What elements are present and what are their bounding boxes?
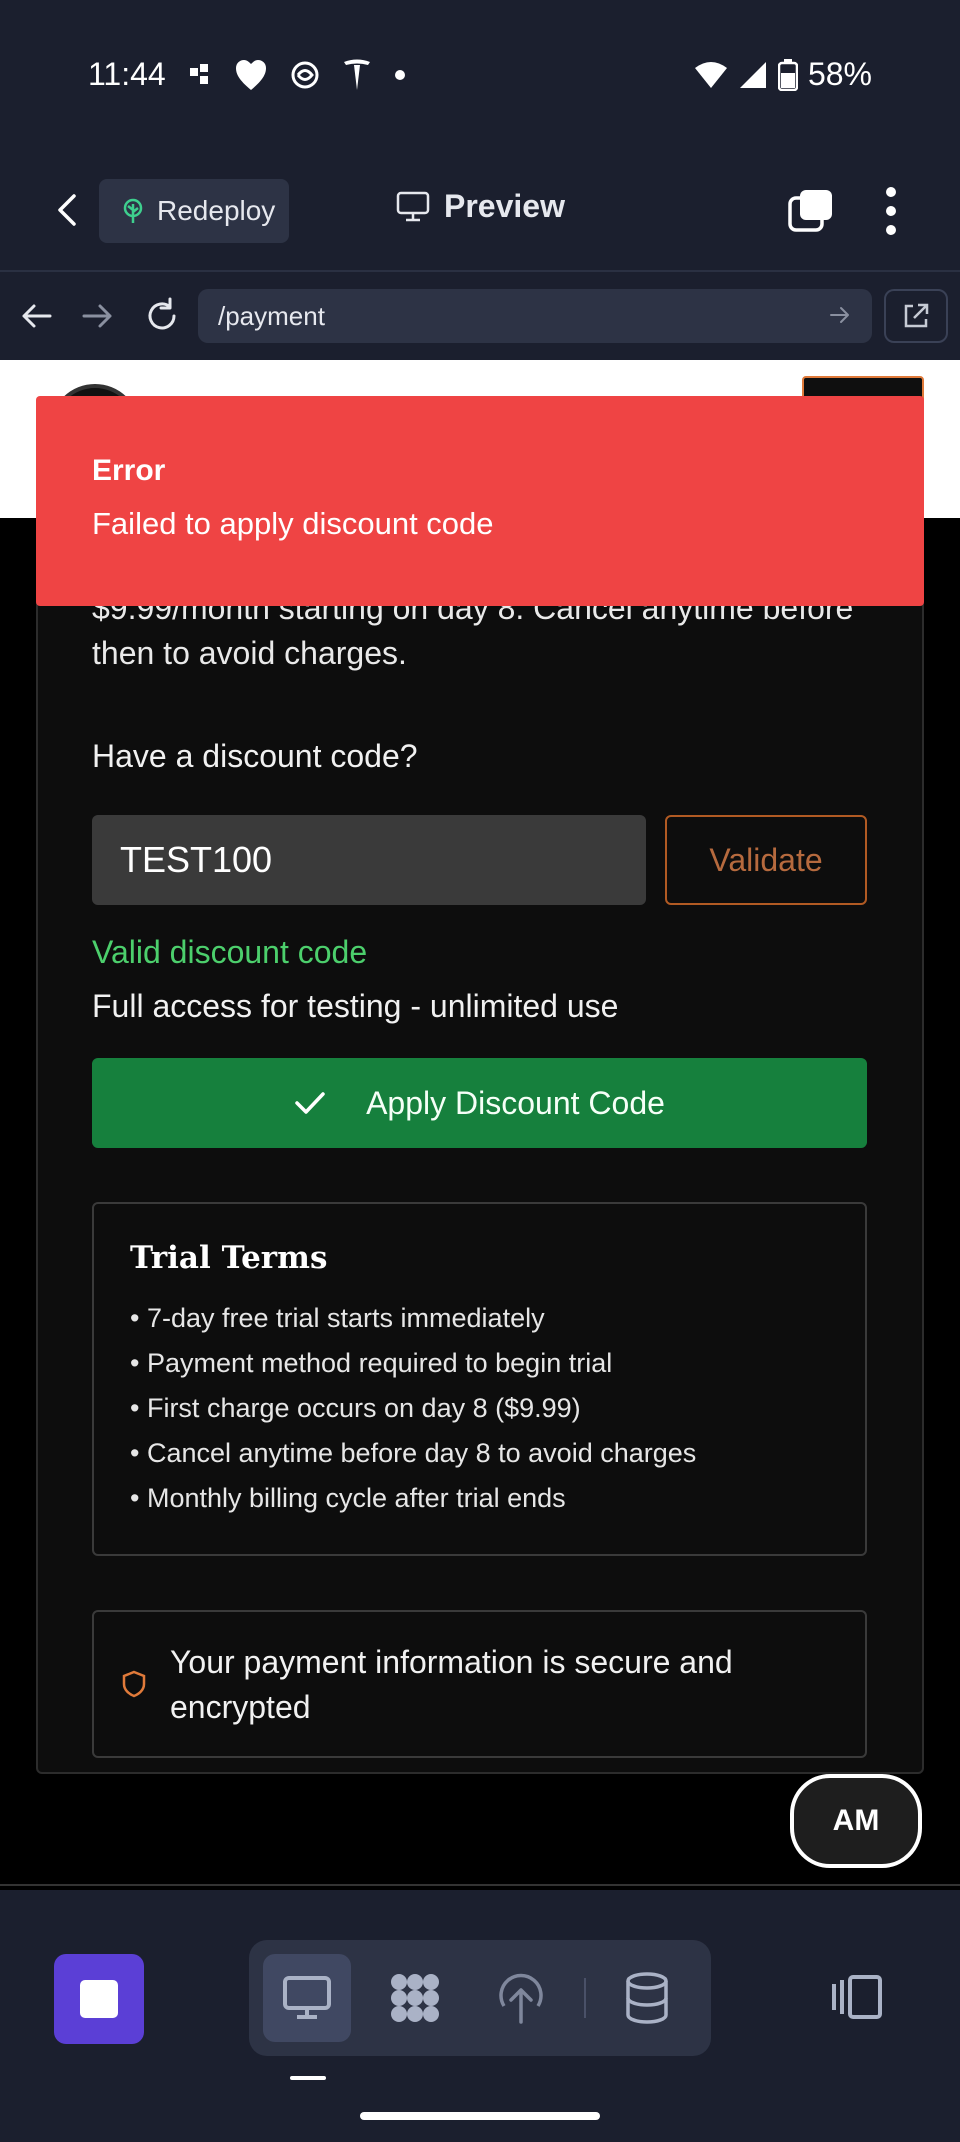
redeploy-button[interactable]: Redeploy <box>99 179 289 243</box>
open-external-button[interactable] <box>884 289 948 343</box>
database-icon <box>626 1972 668 2024</box>
status-time: 11:44 <box>88 56 166 92</box>
more-vert-icon[interactable] <box>876 186 906 236</box>
divider <box>0 1884 960 1886</box>
discount-label: Have a discount code? <box>92 738 418 774</box>
shield-icon <box>122 1670 146 1698</box>
terms-item: • 7-day free trial starts immediately <box>130 1303 545 1333</box>
workspace-view-button[interactable] <box>371 1954 459 2042</box>
database-view-button[interactable] <box>603 1954 691 2042</box>
status-bar: 11:44 58% <box>0 0 960 150</box>
terms-item: • Cancel anytime before day 8 to avoid c… <box>130 1438 697 1468</box>
deploy-globe-icon <box>499 1973 543 2024</box>
redeploy-tree-icon <box>123 198 143 223</box>
terms-item: • Monthly billing cycle after trial ends <box>130 1483 566 1513</box>
panel-toggle-icon[interactable] <box>830 1974 884 2020</box>
stop-button[interactable] <box>54 1954 144 2044</box>
monitor-icon <box>396 191 430 221</box>
wifi-icon <box>694 61 727 88</box>
dot-icon <box>395 70 405 80</box>
preview-title[interactable]: Preview <box>396 188 565 225</box>
signal-icon <box>739 61 766 88</box>
apply-discount-label: Apply Discount Code <box>366 1084 665 1121</box>
validate-button[interactable]: Validate <box>665 815 867 905</box>
replit-grid-icon <box>391 1974 439 2022</box>
external-link-icon <box>904 303 929 328</box>
user-avatar-button[interactable]: AM <box>790 1774 922 1868</box>
active-tab-indicator <box>290 2076 326 2080</box>
swirl-icon <box>291 61 319 89</box>
trial-terms-box: Trial Terms • 7-day free trial starts im… <box>92 1202 867 1556</box>
deploy-view-button[interactable] <box>477 1954 565 2042</box>
trial-terms-title: Trial Terms <box>130 1240 328 1276</box>
home-gesture-bar[interactable] <box>360 2112 600 2120</box>
battery-percent: 58% <box>807 56 872 92</box>
status-system-icons: 58% <box>694 56 872 93</box>
preview-label: Preview <box>444 188 565 224</box>
go-arrow-icon[interactable] <box>828 303 852 327</box>
reload-icon[interactable] <box>142 296 182 336</box>
apply-discount-button[interactable]: Apply Discount Code <box>92 1058 867 1148</box>
tabs-icon[interactable] <box>788 188 834 234</box>
heart-shield-icon <box>236 60 266 90</box>
browser-toolbar: /payment <box>0 270 960 360</box>
error-toast[interactable]: Error Failed to apply discount code <box>36 396 924 606</box>
stop-icon <box>80 1980 118 2018</box>
toast-title: Error <box>92 454 166 487</box>
back-arrow-icon[interactable] <box>48 190 88 230</box>
discount-code-input[interactable] <box>92 815 646 905</box>
view-switcher <box>249 1940 711 2056</box>
battery-icon <box>777 58 798 91</box>
notification-dots-icon <box>190 64 208 84</box>
url-bar[interactable]: /payment <box>198 289 872 343</box>
dock-divider <box>584 1978 586 2018</box>
url-text: /payment <box>218 300 325 331</box>
nav-back-icon[interactable] <box>16 296 56 336</box>
redeploy-label: Redeploy <box>157 195 276 226</box>
toast-message: Failed to apply discount code <box>92 506 494 541</box>
avatar-initials: AM <box>832 1804 880 1837</box>
secure-payment-notice: Your payment information is secure and e… <box>92 1610 867 1758</box>
preview-view-button[interactable] <box>263 1954 351 2042</box>
terms-item: • Payment method required to begin trial <box>130 1348 613 1378</box>
nav-forward-icon[interactable] <box>78 296 118 336</box>
app-header: Redeploy Preview <box>0 150 960 270</box>
status-notification-icons <box>190 58 406 92</box>
secure-payment-text: Your payment information is secure and e… <box>170 1644 733 1725</box>
monitor-icon <box>283 1976 331 2019</box>
check-icon <box>295 1092 325 1114</box>
discount-description: Full access for testing - unlimited use <box>92 988 619 1024</box>
tesla-icon <box>344 59 370 90</box>
terms-item: • First charge occurs on day 8 ($9.99) <box>130 1393 581 1423</box>
bottom-dock <box>0 1890 960 2142</box>
valid-code-message: Valid discount code <box>92 934 368 970</box>
